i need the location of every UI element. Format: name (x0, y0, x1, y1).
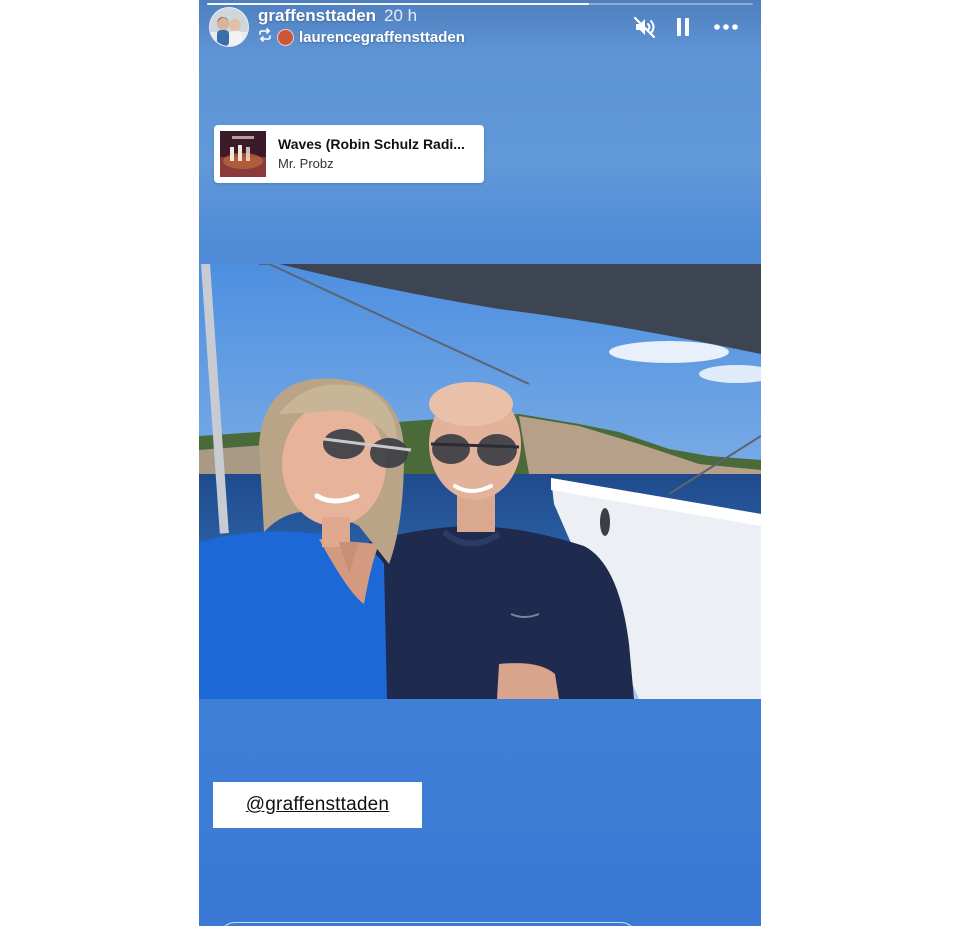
reply-input[interactable] (219, 922, 637, 926)
music-sticker[interactable]: Waves (Robin Schulz Radi... Mr. Probz (214, 125, 484, 183)
repost-attribution[interactable]: laurencegraffensttaden (258, 27, 465, 47)
mention-sticker[interactable]: @graffensttaden (213, 782, 422, 828)
repost-username[interactable]: laurencegraffensttaden (299, 29, 465, 46)
story-progress-bar (207, 3, 753, 5)
more-horizontal-icon[interactable] (712, 13, 740, 41)
story-timestamp: 20 h (384, 6, 418, 25)
avatar[interactable] (209, 7, 249, 47)
story-photo (199, 264, 761, 699)
mention-text[interactable]: @graffensttaden (246, 794, 389, 816)
music-song-title: Waves (Robin Schulz Radi... (278, 136, 465, 152)
story-progress-fill (207, 3, 590, 5)
repost-avatar (277, 28, 294, 46)
repost-icon (258, 28, 272, 46)
album-cover (220, 131, 266, 177)
story-viewer[interactable]: graffensttaden 20 h laurencegraffensttad… (199, 0, 761, 926)
music-artist: Mr. Probz (278, 156, 334, 171)
speaker-muted-icon[interactable] (631, 13, 659, 41)
story-username[interactable]: graffensttaden (258, 6, 376, 26)
pause-icon[interactable] (669, 13, 697, 41)
